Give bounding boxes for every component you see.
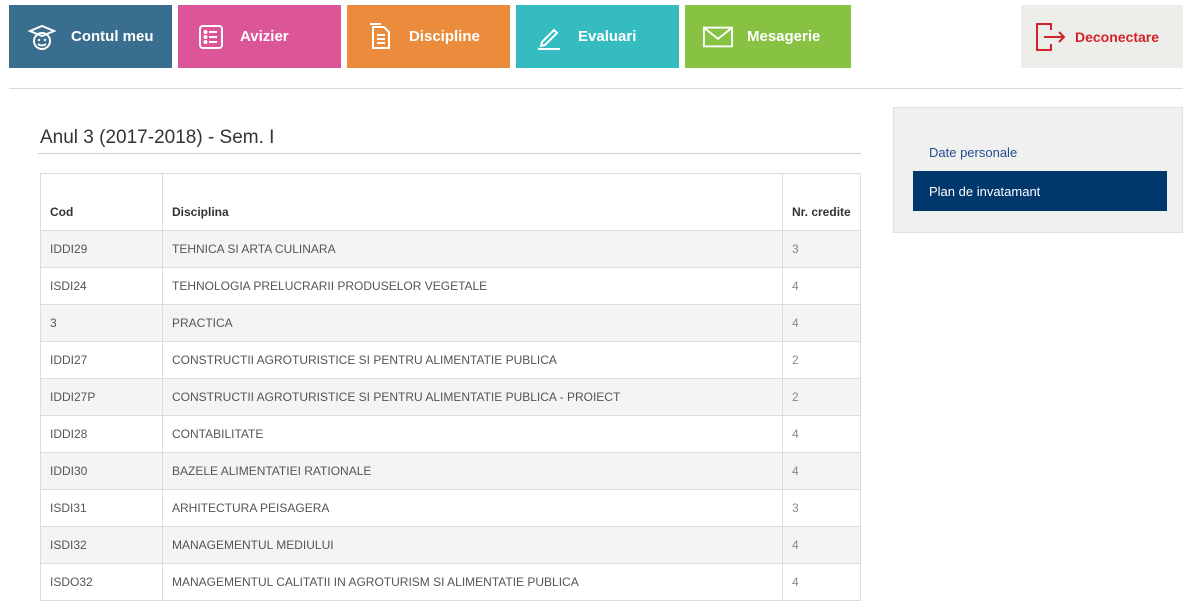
table-row: IDDI27 CONSTRUCTII AGROTURISTICE SI PENT… (40, 341, 861, 379)
cell-cod: IDDI27P (40, 378, 163, 416)
table-row: IDDI27P CONSTRUCTII AGROTURISTICE SI PEN… (40, 378, 861, 416)
top-navigation: Contul meu Avizier Discipline Evaluari M… (0, 0, 1183, 88)
cell-disciplina: MANAGEMENTUL MEDIULUI (162, 526, 783, 564)
nav-label-discipline: Discipline (409, 28, 480, 45)
header-divider (9, 88, 1183, 89)
cell-credite: 4 (782, 415, 861, 453)
nav-label-contul-meu: Contul meu (71, 28, 154, 45)
logout-icon (1033, 20, 1067, 54)
curriculum-panel: Anul 3 (2017-2018) - Sem. I Cod Discipli… (24, 107, 876, 609)
cell-credite: 2 (782, 341, 861, 379)
cell-cod: ISDI24 (40, 267, 163, 305)
sidebar-item-date-personale[interactable]: Date personale (913, 132, 1167, 172)
cell-cod: 3 (40, 304, 163, 342)
nav-label-avizier: Avizier (240, 28, 289, 45)
header-cod: Cod (40, 173, 163, 231)
semester-title: Anul 3 (2017-2018) - Sem. I (40, 127, 275, 148)
cell-credite: 4 (782, 563, 861, 601)
document-icon (365, 22, 395, 52)
cell-cod: IDDI27 (40, 341, 163, 379)
table-row: ISDI31 ARHITECTURA PEISAGERA 3 (40, 489, 861, 527)
cell-disciplina: CONTABILITATE (162, 415, 783, 453)
table-row: ISDO32 MANAGEMENTUL CALITATII IN AGROTUR… (40, 563, 861, 601)
table-row: ISDI24 TEHNOLOGIA PRELUCRARII PRODUSELOR… (40, 267, 861, 305)
header-disciplina: Disciplina (162, 173, 783, 231)
cell-disciplina: CONSTRUCTII AGROTURISTICE SI PENTRU ALIM… (162, 378, 783, 416)
table-row: IDDI30 BAZELE ALIMENTATIEI RATIONALE 4 (40, 452, 861, 490)
cell-disciplina: CONSTRUCTII AGROTURISTICE SI PENTRU ALIM… (162, 341, 783, 379)
cell-cod: IDDI28 (40, 415, 163, 453)
nav-tile-discipline[interactable]: Discipline (347, 5, 510, 68)
table-row: 3 PRACTICA 4 (40, 304, 861, 342)
cell-disciplina: TEHNOLOGIA PRELUCRARII PRODUSELOR VEGETA… (162, 267, 783, 305)
cell-credite: 2 (782, 378, 861, 416)
nav-tile-evaluari[interactable]: Evaluari (516, 5, 679, 68)
cell-disciplina: TEHNICA SI ARTA CULINARA (162, 230, 783, 268)
nav-label-evaluari: Evaluari (578, 28, 637, 45)
cell-cod: IDDI30 (40, 452, 163, 490)
cell-credite: 4 (782, 452, 861, 490)
cell-credite: 3 (782, 230, 861, 268)
sidebar-item-plan-de-invatamant[interactable]: Plan de invatamant (913, 171, 1167, 211)
graduate-icon (27, 22, 57, 52)
envelope-icon (703, 22, 733, 52)
title-divider (38, 153, 861, 154)
cell-credite: 4 (782, 526, 861, 564)
nav-tile-mesagerie[interactable]: Mesagerie (685, 5, 851, 68)
nav-label-mesagerie: Mesagerie (747, 28, 821, 45)
cell-credite: 4 (782, 304, 861, 342)
account-sidebar: Date personale Plan de invatamant (893, 107, 1183, 233)
cell-cod: ISDI32 (40, 526, 163, 564)
logout-button[interactable]: Deconectare (1021, 5, 1183, 68)
table-row: IDDI28 CONTABILITATE 4 (40, 415, 861, 453)
pen-icon (534, 22, 564, 52)
table-row: ISDI32 MANAGEMENTUL MEDIULUI 4 (40, 526, 861, 564)
nav-tile-contul-meu[interactable]: Contul meu (9, 5, 172, 68)
cell-credite: 3 (782, 489, 861, 527)
cell-disciplina: MANAGEMENTUL CALITATII IN AGROTURISM SI … (162, 563, 783, 601)
list-icon (196, 22, 226, 52)
cell-disciplina: ARHITECTURA PEISAGERA (162, 489, 783, 527)
table-row: IDDI29 TEHNICA SI ARTA CULINARA 3 (40, 230, 861, 268)
cell-cod: IDDI29 (40, 230, 163, 268)
header-credite: Nr. credite (782, 173, 861, 231)
cell-disciplina: PRACTICA (162, 304, 783, 342)
logout-label: Deconectare (1075, 28, 1160, 45)
cell-disciplina: BAZELE ALIMENTATIEI RATIONALE (162, 452, 783, 490)
curriculum-table: Cod Disciplina Nr. credite IDDI29 TEHNIC… (40, 173, 861, 601)
nav-tile-avizier[interactable]: Avizier (178, 5, 341, 68)
cell-cod: ISDO32 (40, 563, 163, 601)
cell-credite: 4 (782, 267, 861, 305)
cell-cod: ISDI31 (40, 489, 163, 527)
table-header-row: Cod Disciplina Nr. credite (40, 173, 861, 231)
